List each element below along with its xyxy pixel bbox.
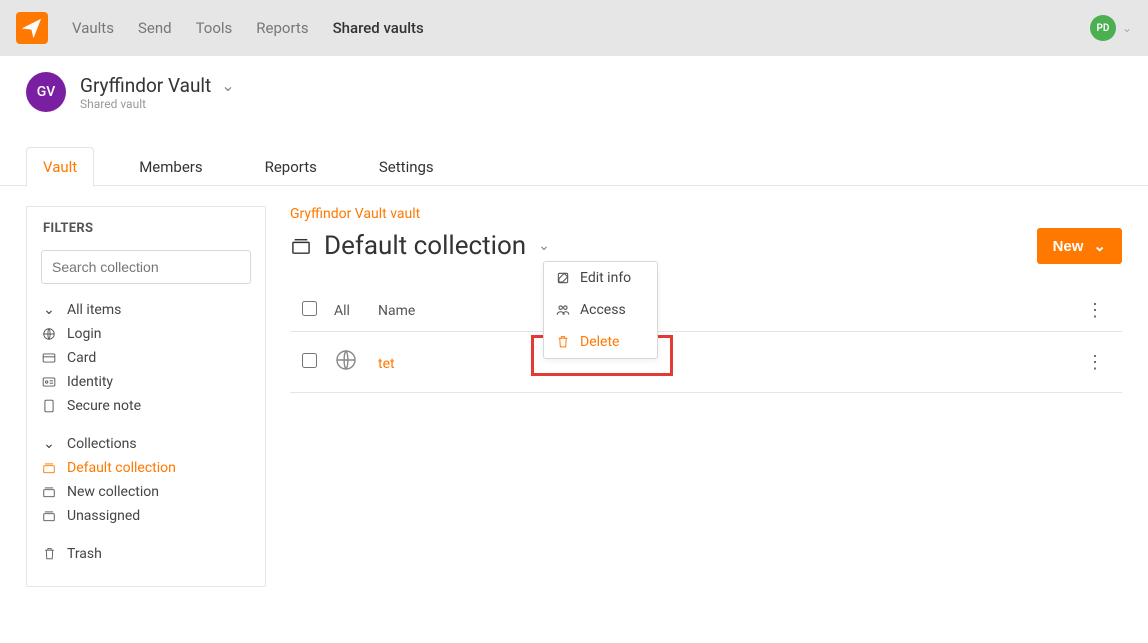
collection-icon <box>290 237 312 255</box>
globe-icon <box>334 348 358 372</box>
filter-label: Login <box>67 326 102 342</box>
tab-settings[interactable]: Settings <box>362 147 451 186</box>
nav-tools[interactable]: Tools <box>196 19 233 37</box>
trash-icon <box>41 547 57 561</box>
tab-members[interactable]: Members <box>122 147 219 186</box>
tab-vault[interactable]: Vault <box>26 147 94 186</box>
collection-title: Default collection <box>324 231 526 261</box>
col-all-label[interactable]: All <box>334 303 378 319</box>
filter-trash[interactable]: Trash <box>41 542 251 566</box>
filter-default-collection[interactable]: Default collection <box>41 456 251 480</box>
vault-title: Gryffindor Vault <box>80 74 211 97</box>
item-name[interactable]: tet <box>378 356 395 372</box>
filter-card[interactable]: Card <box>41 346 251 370</box>
chevron-down-icon: ⌄ <box>1093 237 1106 255</box>
nav-vaults[interactable]: Vaults <box>72 19 114 37</box>
table-row: tet ⋮ <box>290 332 1122 393</box>
dropdown-delete[interactable]: Delete <box>544 326 657 358</box>
body: FILTERS ⌄ All items Login <box>0 186 1148 607</box>
top-nav: Vaults Send Tools Reports Shared vaults <box>72 19 424 37</box>
user-avatar[interactable]: PD <box>1090 15 1116 41</box>
main-content: Gryffindor Vault vault Default collectio… <box>290 206 1122 393</box>
filter-secure-note[interactable]: Secure note <box>41 394 251 418</box>
dropdown-label: Edit info <box>580 270 631 286</box>
items-table: All Name ⋮ tet ⋮ <box>290 290 1122 393</box>
top-right: PD ⌄ <box>1090 15 1132 41</box>
collection-icon <box>41 462 57 474</box>
filters-title: FILTERS <box>27 207 265 250</box>
filter-label: Default collection <box>67 460 176 476</box>
users-icon <box>556 303 570 317</box>
filter-label: Secure note <box>67 398 141 414</box>
row-checkbox[interactable] <box>302 353 317 368</box>
dropdown-access[interactable]: Access <box>544 294 657 326</box>
nav-reports[interactable]: Reports <box>256 19 308 37</box>
filter-label: Unassigned <box>67 508 140 524</box>
top-bar: Vaults Send Tools Reports Shared vaults … <box>0 0 1148 56</box>
trash-icon <box>556 335 570 349</box>
new-button-label: New <box>1053 238 1084 255</box>
filter-label: Card <box>67 350 96 366</box>
filter-all-items[interactable]: ⌄ All items <box>41 298 251 322</box>
dropdown-label: Delete <box>580 334 619 350</box>
collection-dropdown: Edit info Access Delete <box>543 261 658 359</box>
edit-icon <box>556 271 570 285</box>
collection-heading: Default collection ⌄ Edit info Acc <box>290 231 550 261</box>
chevron-down-icon: ⌄ <box>41 302 57 318</box>
nav-shared-vaults[interactable]: Shared vaults <box>333 19 424 37</box>
filters-panel: FILTERS ⌄ All items Login <box>26 206 266 587</box>
header-more-icon[interactable]: ⋮ <box>1086 300 1104 321</box>
filter-collections[interactable]: ⌄ Collections <box>41 432 251 456</box>
row-more-icon[interactable]: ⋮ <box>1086 352 1104 373</box>
select-all-checkbox[interactable] <box>302 301 317 316</box>
note-icon <box>41 399 57 413</box>
col-name-label[interactable]: Name <box>378 303 1080 319</box>
vault-avatar: GV <box>26 72 66 112</box>
vault-switch-chevron-icon[interactable]: ⌄ <box>221 76 234 95</box>
collection-icon <box>41 486 57 498</box>
filter-identity[interactable]: Identity <box>41 370 251 394</box>
vault-header: GV Gryffindor Vault ⌄ Shared vault <box>0 56 1148 128</box>
user-menu-chevron-icon[interactable]: ⌄ <box>1122 21 1132 35</box>
to-do-icon <box>41 510 57 522</box>
new-button[interactable]: New ⌄ <box>1037 228 1122 264</box>
breadcrumb[interactable]: Gryffindor Vault vault <box>290 206 1122 222</box>
filter-unassigned[interactable]: Unassigned <box>41 504 251 528</box>
vault-subtitle: Shared vault <box>80 97 235 111</box>
filter-label: All items <box>67 302 121 318</box>
collection-menu-chevron-icon[interactable]: ⌄ <box>538 238 550 254</box>
nav-send[interactable]: Send <box>138 19 172 37</box>
card-icon <box>41 352 57 364</box>
filter-label: Collections <box>67 436 137 452</box>
identity-icon <box>41 376 57 388</box>
filter-new-collection[interactable]: New collection <box>41 480 251 504</box>
filter-label: Identity <box>67 374 113 390</box>
dropdown-label: Access <box>580 302 626 318</box>
filter-label: Trash <box>67 546 102 562</box>
app-logo[interactable] <box>16 12 48 44</box>
search-collection-input[interactable] <box>41 250 251 284</box>
dropdown-edit-info[interactable]: Edit info <box>544 262 657 294</box>
globe-icon <box>41 327 57 341</box>
filter-label: New collection <box>67 484 159 500</box>
filter-login[interactable]: Login <box>41 322 251 346</box>
sub-nav: Vault Members Reports Settings <box>0 146 1148 186</box>
tab-reports[interactable]: Reports <box>248 147 334 186</box>
table-header: All Name ⋮ <box>290 290 1122 332</box>
chevron-down-icon: ⌄ <box>41 436 57 452</box>
